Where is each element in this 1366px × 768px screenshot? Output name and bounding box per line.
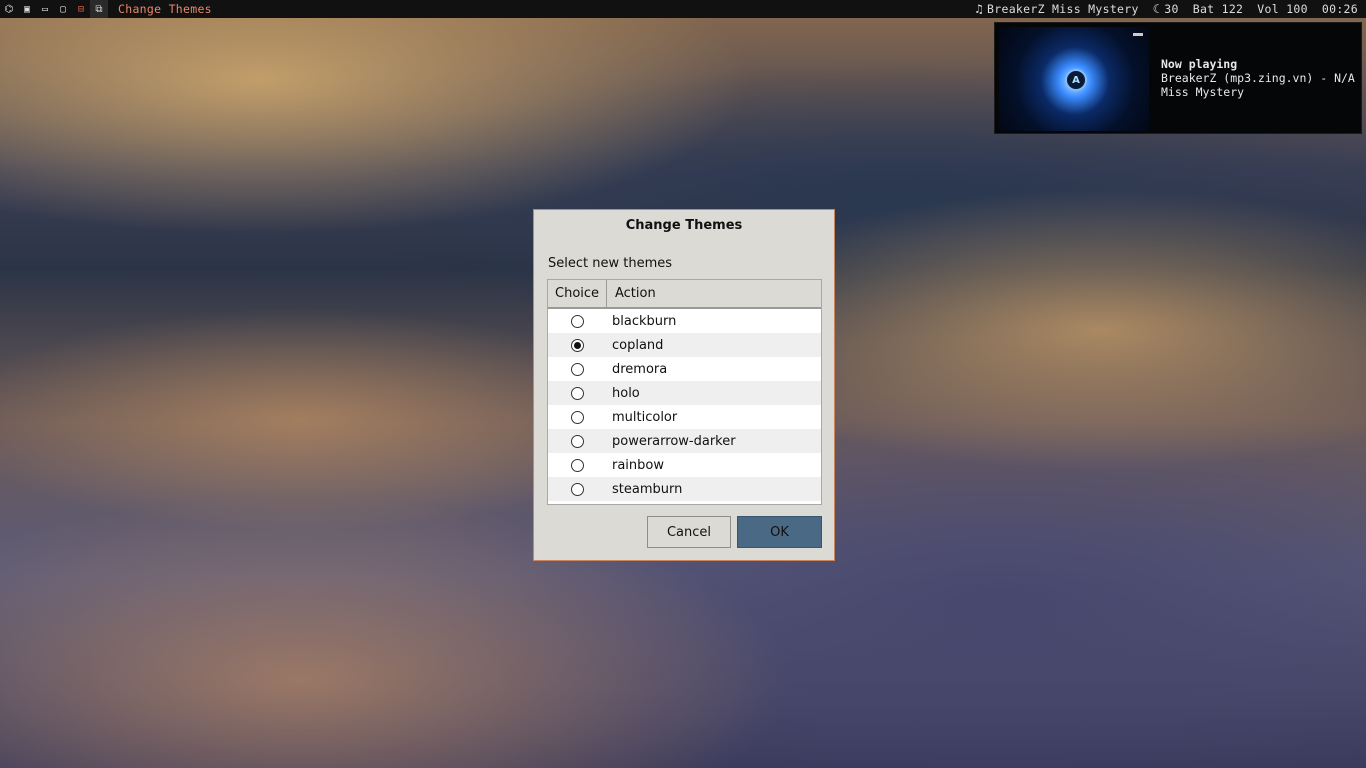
radio-cell [548,338,607,352]
moon-value: 30 [1164,2,1179,16]
notification-text: Now playing BreakerZ (mp3.zing.vn) - N/A… [1161,57,1355,99]
tile-icon[interactable]: ▭ [36,0,54,18]
column-header-action[interactable]: Action [607,280,821,307]
theme-list[interactable]: Choice Action blackburn copland dremora hol… [547,279,822,505]
list-item[interactable]: steamburn [548,477,821,501]
monitor-icon[interactable]: ▢ [54,0,72,18]
change-themes-dialog: Change Themes Select new themes Choice A… [533,209,835,561]
radio-cell [548,386,607,400]
theme-label: rainbow [612,457,664,473]
radio-cell [548,458,607,472]
terminal-icon[interactable]: ⌬ [0,0,18,18]
status-area: ♫ BreakerZ Miss Mystery ☾ 30 Bat 122 Vol… [976,2,1366,16]
float-icon[interactable]: ⧉ [90,0,108,18]
theme-label: copland [612,337,664,353]
window-icon[interactable]: ▣ [18,0,36,18]
theme-radio[interactable] [571,386,584,400]
theme-radio[interactable] [571,482,584,496]
active-window-title[interactable]: Change Themes [118,2,212,16]
list-item[interactable]: powerarrow-darker [548,429,821,453]
list-item[interactable]: copland [548,333,821,357]
theme-label: dremora [612,361,668,377]
notification-line2: Miss Mystery [1161,85,1245,99]
radio-cell [548,410,607,424]
theme-radio[interactable] [571,314,584,328]
dialog-prompt: Select new themes [548,256,673,271]
list-item[interactable]: holo [548,381,821,405]
theme-label: blackburn [612,313,677,329]
list-header: Choice Action [548,280,821,309]
list-item[interactable]: dremora [548,357,821,381]
album-cover: A [999,27,1149,131]
now-playing-text: BreakerZ Miss Mystery [987,2,1139,16]
notification-line1: BreakerZ (mp3.zing.vn) - N/A [1161,71,1355,85]
moon-icon: ☾ [1152,2,1161,16]
notification-heading: Now playing [1161,57,1238,71]
now-playing-notification[interactable]: A Now playing BreakerZ (mp3.zing.vn) - N… [994,22,1362,134]
radio-cell [548,362,607,376]
clock: 00:26 [1321,2,1358,16]
radio-cell [548,434,607,448]
radio-selected-dot [574,341,581,349]
theme-radio[interactable] [571,434,584,448]
volume-status: Vol 100 [1257,2,1308,16]
column-header-choice[interactable]: Choice [548,280,607,307]
list-item[interactable]: rainbow [548,453,821,477]
theme-radio[interactable] [571,362,584,376]
theme-label: powerarrow-darker [612,433,736,449]
layout-icons: ⌬ ▣ ▭ ▢ ⊟ ⧉ [0,0,108,18]
music-icon: ♫ [975,2,984,16]
theme-radio[interactable] [571,458,584,472]
theme-radio[interactable] [571,338,584,352]
theme-label: holo [612,385,640,401]
radio-cell [548,314,607,328]
layout-icon[interactable]: ⊟ [72,0,90,18]
ok-button[interactable]: OK [737,516,822,548]
battery-status: Bat 122 [1192,2,1244,16]
dialog-title: Change Themes [625,218,743,233]
list-item[interactable]: multicolor [548,405,821,429]
theme-label: steamburn [612,481,683,497]
theme-radio[interactable] [571,410,584,424]
arch-logo-icon: A [1065,69,1087,91]
top-panel: ⌬ ▣ ▭ ▢ ⊟ ⧉ Change Themes ♫ BreakerZ Mis… [0,0,1366,18]
theme-label: multicolor [612,409,678,425]
radio-cell [548,482,607,496]
cancel-button[interactable]: Cancel [647,516,731,548]
list-item[interactable]: blackburn [548,309,821,333]
cover-badge [1133,33,1143,36]
